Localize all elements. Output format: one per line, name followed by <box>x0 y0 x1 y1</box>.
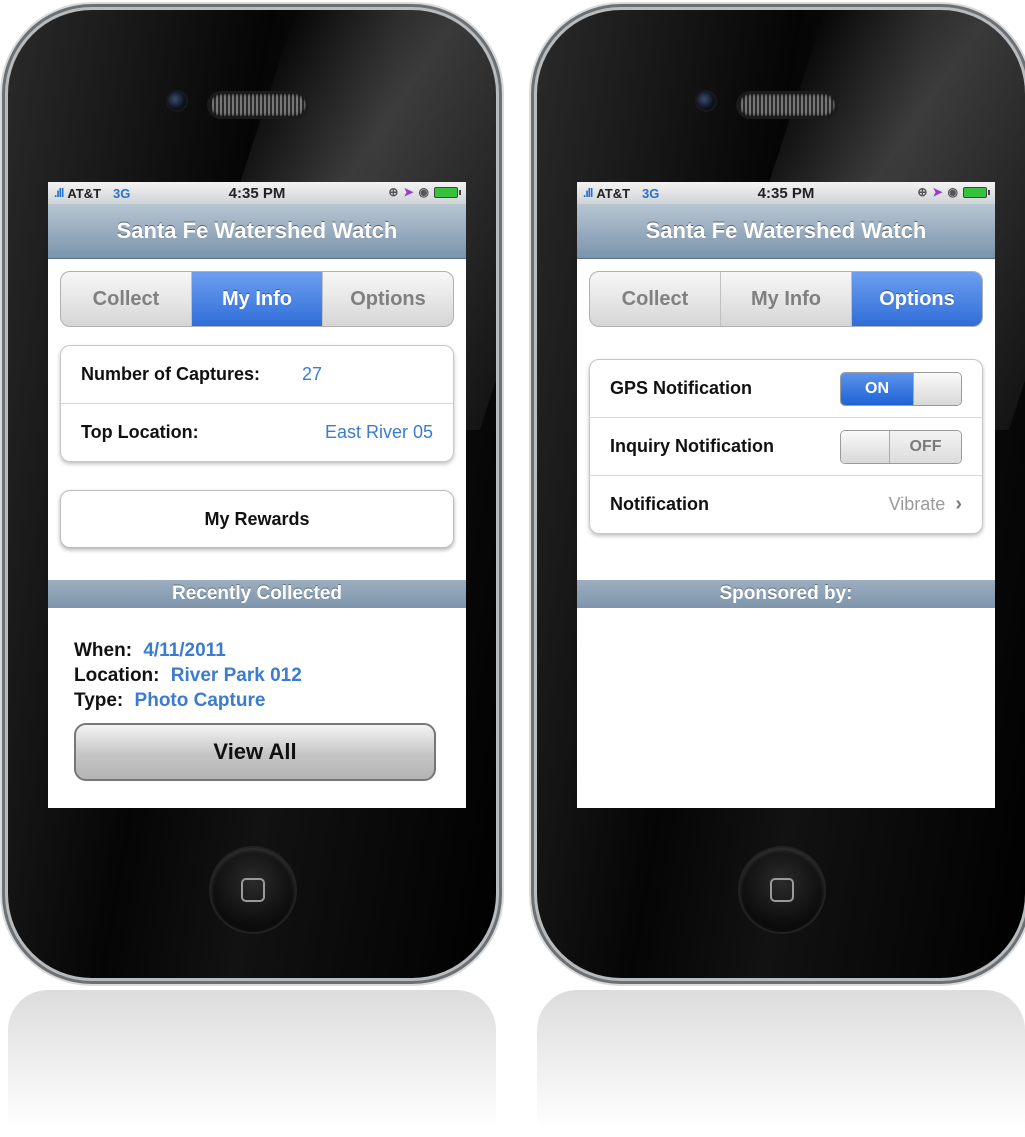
notification-disclosure: Vibrate › <box>889 493 962 516</box>
segmented-tabs: Collect My Info Options <box>589 271 983 327</box>
chevron-right-icon: › <box>955 493 962 515</box>
recent-details: When: 4/11/2011 Location: River Park 012… <box>48 608 466 713</box>
sponsored-by-header: Sponsored by: <box>577 580 995 608</box>
status-icons: ⊕ ➤ ◉ <box>388 185 461 199</box>
toggle-off-label: OFF <box>890 430 961 463</box>
inquiry-notification-label: Inquiry Notification <box>610 436 774 456</box>
app-title: Santa Fe Watershed Watch <box>645 218 927 243</box>
rotation-lock-icon: ⊕ <box>388 185 399 199</box>
recently-collected-header: Recently Collected <box>48 580 466 608</box>
gps-notification-toggle[interactable]: ON <box>840 371 962 406</box>
location-arrow-icon: ➤ <box>932 185 943 199</box>
segmented-tabs: Collect My Info Options <box>60 271 454 327</box>
type-value: Photo Capture <box>134 690 266 711</box>
nav-bar: Santa Fe Watershed Watch <box>577 204 995 259</box>
nav-bar: Santa Fe Watershed Watch <box>48 204 466 259</box>
phone-right: .ıll AT&T 3G 4:35 PM ⊕ ➤ ◉ Santa Fe Wate… <box>537 10 1025 978</box>
status-bar: .ıll AT&T 3G 4:35 PM ⊕ ➤ ◉ <box>577 182 995 204</box>
phone-left: .ıll AT&T 3G 4:35 PM ⊕ ➤ ◉ Santa Fe Wate… <box>8 10 496 978</box>
notification-label: Notification <box>610 494 709 514</box>
tab-my-info[interactable]: My Info <box>192 272 323 326</box>
inquiry-notification-toggle[interactable]: OFF <box>840 429 962 464</box>
phone-reflection-left <box>8 990 496 1130</box>
tab-my-info[interactable]: My Info <box>721 272 852 326</box>
when-value: 4/11/2011 <box>143 640 226 661</box>
gps-notification-row: GPS Notification ON <box>590 360 982 418</box>
toggle-on-label: ON <box>841 372 913 405</box>
notification-row[interactable]: Notification Vibrate › <box>590 476 982 533</box>
type-label: Type: <box>74 690 124 711</box>
toggle-knob <box>913 372 961 405</box>
phone-reflection-right <box>537 990 1025 1130</box>
tab-collect[interactable]: Collect <box>61 272 192 326</box>
location-label: Location: <box>74 665 160 686</box>
alarm-icon: ◉ <box>418 185 429 199</box>
top-location-row: Top Location: East River 05 <box>61 404 453 461</box>
status-bar: .ıll AT&T 3G 4:35 PM ⊕ ➤ ◉ <box>48 182 466 204</box>
options-group: GPS Notification ON Inquiry Notification… <box>589 359 983 534</box>
top-location-label: Top Location: <box>81 422 199 442</box>
captures-value: 27 <box>302 364 323 384</box>
home-square-icon <box>241 878 265 902</box>
location-arrow-icon: ➤ <box>403 185 414 199</box>
screen-options: .ıll AT&T 3G 4:35 PM ⊕ ➤ ◉ Santa Fe Wate… <box>577 182 995 808</box>
home-square-icon <box>770 878 794 902</box>
captures-row: Number of Captures: 27 <box>61 346 453 404</box>
tab-options[interactable]: Options <box>852 272 982 326</box>
front-camera-icon <box>168 92 186 110</box>
rotation-lock-icon: ⊕ <box>917 185 928 199</box>
inquiry-notification-row: Inquiry Notification OFF <box>590 418 982 476</box>
when-label: When: <box>74 640 133 661</box>
top-location-value: East River 05 <box>324 422 433 442</box>
earpiece-speaker <box>210 94 306 116</box>
recent-when: When: 4/11/2011 <box>74 638 466 663</box>
front-camera-icon <box>697 92 715 110</box>
recent-location: Location: River Park 012 <box>74 663 466 688</box>
captures-label: Number of Captures: <box>81 364 261 384</box>
recent-type: Type: Photo Capture <box>74 688 466 713</box>
location-value: River Park 012 <box>170 665 302 686</box>
tab-collect[interactable]: Collect <box>590 272 721 326</box>
toggle-knob <box>841 430 890 463</box>
status-icons: ⊕ ➤ ◉ <box>917 185 990 199</box>
app-title: Santa Fe Watershed Watch <box>116 218 398 243</box>
stats-group: Number of Captures: 27 Top Location: Eas… <box>60 345 454 462</box>
alarm-icon: ◉ <box>947 185 958 199</box>
gps-notification-label: GPS Notification <box>610 378 753 398</box>
my-rewards-button[interactable]: My Rewards <box>60 490 454 548</box>
battery-icon <box>963 186 990 198</box>
battery-icon <box>434 186 461 198</box>
home-button[interactable] <box>211 848 295 932</box>
tab-options[interactable]: Options <box>323 272 453 326</box>
screen-my-info: .ıll AT&T 3G 4:35 PM ⊕ ➤ ◉ Santa Fe Wate… <box>48 182 466 808</box>
home-button[interactable] <box>740 848 824 932</box>
notification-value: Vibrate <box>888 494 946 514</box>
view-all-button[interactable]: View All <box>74 723 436 781</box>
earpiece-speaker <box>739 94 835 116</box>
